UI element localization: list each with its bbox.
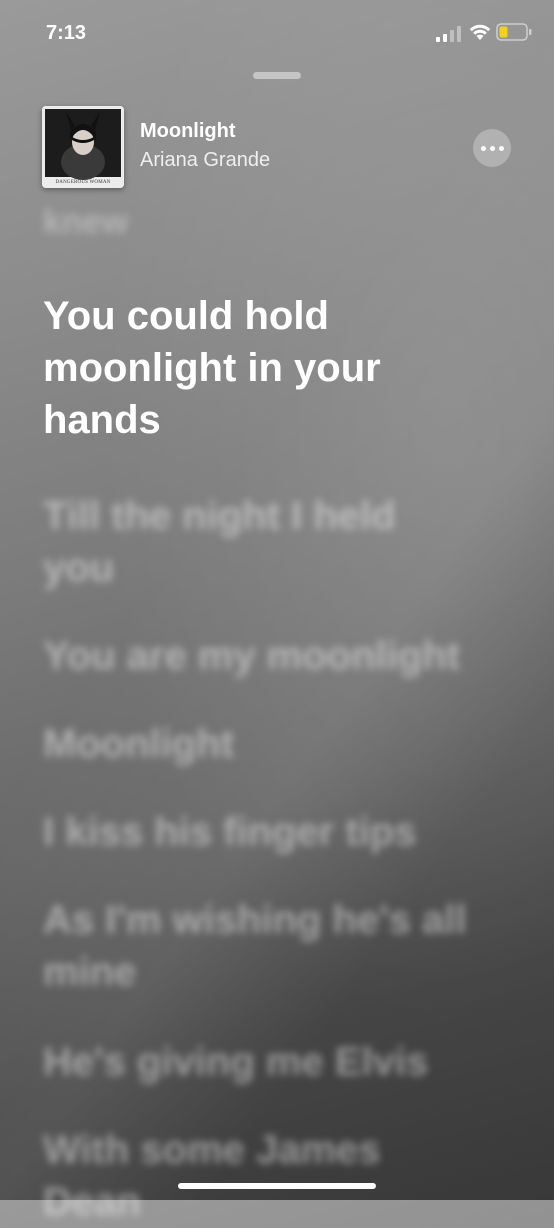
lyric-line[interactable]: You are my moonlight — [43, 630, 523, 682]
wifi-icon — [469, 24, 491, 40]
more-options-button[interactable] — [473, 129, 511, 167]
lyric-line[interactable]: I kiss his finger tips — [43, 806, 483, 858]
album-cover-image — [42, 106, 124, 188]
lyric-line[interactable]: He's giving me Elvis — [43, 1036, 503, 1088]
battery-icon — [496, 23, 532, 41]
album-caption: DANGEROUS WOMAN — [55, 180, 111, 185]
ellipsis-icon — [480, 145, 504, 151]
song-title: Moonlight — [140, 120, 236, 142]
sheet-grabber[interactable] — [253, 72, 301, 79]
lyric-line[interactable]: Moonlight — [43, 718, 483, 770]
cellular-signal-icon — [436, 26, 461, 42]
lyric-line-current[interactable]: You could hold moonlight in your hands — [43, 290, 463, 446]
artist-name: Ariana Grande — [140, 149, 271, 171]
lyric-line-previous[interactable]: knew — [43, 200, 483, 244]
status-time: 7:13 — [46, 22, 87, 44]
album-artwork: DANGEROUS WOMAN — [42, 106, 124, 188]
lyric-line[interactable]: As I'm wishing he's all mine — [43, 894, 503, 998]
lyric-line[interactable]: With some James Dean — [43, 1124, 463, 1228]
home-indicator[interactable] — [178, 1183, 376, 1189]
status-bar: 7:13 — [0, 0, 554, 70]
lyric-line[interactable]: Till the night I held you — [43, 490, 423, 594]
